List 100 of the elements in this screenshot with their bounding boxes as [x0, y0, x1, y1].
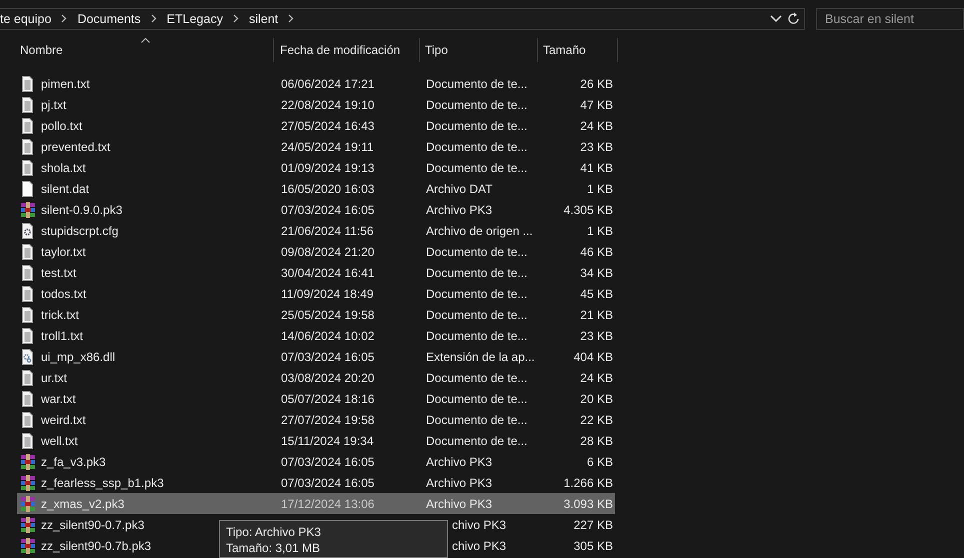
file-name: troll1.txt	[41, 328, 84, 342]
modified-date: 07/03/2024 16:05	[281, 476, 374, 490]
file-size: 46 KB	[580, 244, 613, 258]
archive-icon	[20, 496, 36, 512]
file-size: 20 KB	[580, 392, 613, 406]
file-type: Documento de te...	[426, 76, 528, 90]
file-name: zz_silent90-0.7.pk3	[41, 518, 144, 532]
file-type: Documento de te...	[426, 370, 528, 384]
modified-date: 22/08/2024 19:10	[281, 98, 374, 112]
modified-date: 05/07/2024 18:16	[281, 392, 374, 406]
column-header[interactable]: Fecha de modificación	[274, 38, 420, 62]
file-size: 24 KB	[580, 118, 613, 132]
modified-date: 24/05/2024 19:11	[281, 140, 374, 154]
file-name: trick.txt	[41, 308, 79, 322]
text-file-icon	[20, 96, 36, 112]
text-file-icon	[20, 244, 36, 260]
chevron-down-icon[interactable]	[770, 14, 782, 22]
modified-date: 27/07/2024 19:58	[281, 412, 374, 426]
file-type: Archivo PK3	[426, 202, 492, 216]
file-name: zz_silent90-0.7b.pk3	[41, 538, 152, 552]
gear-file-icon	[20, 348, 36, 364]
text-file-icon	[20, 412, 36, 428]
file-size: 1.266 KB	[564, 476, 613, 490]
text-file-icon	[20, 306, 36, 322]
modified-date: 07/03/2024 16:05	[281, 202, 374, 216]
file-name: pimen.txt	[41, 76, 90, 90]
file-name: shola.txt	[41, 160, 86, 174]
search-field[interactable]: Buscar en silent	[816, 8, 964, 30]
file-type: Archivo PK3	[426, 476, 492, 490]
archive-icon	[20, 202, 36, 218]
file-name: silent.dat	[41, 182, 90, 196]
column-header[interactable]: Tipo	[420, 38, 538, 62]
file-type: Archivo DAT	[426, 182, 492, 196]
text-file-icon	[20, 76, 36, 92]
modified-date: 11/09/2024 18:49	[281, 286, 374, 300]
breadcrumb-item[interactable]: Documents	[77, 12, 141, 26]
text-file-icon	[20, 432, 36, 448]
file-name: well.txt	[41, 434, 78, 448]
text-file-icon	[20, 390, 36, 406]
refresh-icon[interactable]	[788, 12, 800, 25]
file-type: Documento de te...	[426, 266, 528, 280]
file-type: Documento de te...	[426, 328, 528, 342]
modified-date: 01/09/2024 19:13	[281, 160, 374, 174]
file-type: Archivo de origen ...	[426, 224, 533, 238]
file-size: 21 KB	[580, 308, 613, 322]
file-type: Documento de te...	[426, 118, 528, 132]
file-name: z_xmas_v2.pk3	[41, 496, 124, 510]
breadcrumb-item[interactable]: silent	[248, 12, 278, 26]
file-type: Documento de te...	[426, 392, 528, 406]
modified-date: 07/03/2024 16:05	[281, 350, 374, 364]
column-header[interactable]: Tamaño	[538, 38, 618, 62]
file-name: z_fa_v3.pk3	[41, 454, 106, 468]
modified-date: 16/05/2020 16:03	[281, 182, 374, 196]
file-type: chivo PK3	[452, 538, 506, 552]
text-file-icon	[20, 160, 36, 176]
selected-row-highlight[interactable]: z_xmas_v2.pk3 17/12/2024 13:06 Archivo PK3 3.093 KB	[17, 493, 615, 514]
file-size: 26 KB	[580, 76, 613, 90]
chevron-right-icon[interactable]	[288, 14, 294, 23]
file-icon	[20, 180, 36, 196]
text-file-icon	[20, 264, 36, 280]
gear-file-icon	[20, 222, 36, 238]
file-type: Archivo PK3	[426, 454, 492, 468]
file-name: z_fearless_ssp_b1.pk3	[41, 476, 164, 490]
file-name: silent-0.9.0.pk3	[41, 202, 122, 216]
breadcrumb-item[interactable]: ETLegacy	[166, 12, 223, 26]
chevron-right-icon[interactable]	[232, 14, 239, 23]
text-file-icon	[20, 328, 36, 344]
file-name: prevented.txt	[41, 140, 110, 154]
column-header[interactable]: Nombre	[15, 38, 274, 62]
chevron-right-icon[interactable]	[61, 14, 68, 23]
file-type: Documento de te...	[426, 412, 528, 426]
address-bar[interactable]: te equipo Documents ETLegacy silent	[0, 8, 805, 30]
file-size: 6 KB	[586, 454, 613, 468]
file-name: test.txt	[41, 266, 76, 280]
chevron-right-icon[interactable]	[150, 14, 157, 23]
file-name: todos.txt	[41, 286, 86, 300]
modified-date: 03/08/2024 20:20	[281, 370, 374, 384]
file-name: taylor.txt	[41, 244, 86, 258]
file-name: pollo.txt	[41, 118, 82, 132]
text-file-icon	[20, 286, 36, 302]
modified-date: 09/08/2024 21:20	[281, 244, 374, 258]
text-file-icon	[20, 138, 36, 154]
file-size: 47 KB	[580, 98, 613, 112]
modified-date: 06/06/2024 17:21	[281, 76, 374, 90]
file-size: 41 KB	[580, 160, 613, 174]
modified-date: 27/05/2024 16:43	[281, 118, 374, 132]
modified-date: 14/06/2024 10:02	[281, 328, 374, 342]
file-type: Documento de te...	[426, 140, 528, 154]
file-name: war.txt	[41, 392, 76, 406]
archive-icon	[20, 516, 36, 532]
file-name: weird.txt	[41, 412, 86, 426]
breadcrumb-item[interactable]: te equipo	[0, 12, 52, 26]
archive-icon	[20, 474, 36, 490]
modified-date: 17/12/2024 13:06	[281, 496, 374, 510]
file-size: 305 KB	[574, 538, 613, 552]
file-type: Documento de te...	[426, 308, 528, 322]
file-type: Documento de te...	[426, 434, 528, 448]
file-size: 23 KB	[580, 140, 613, 154]
file-name: pj.txt	[41, 98, 66, 112]
modified-date: 15/11/2024 19:34	[281, 434, 374, 448]
